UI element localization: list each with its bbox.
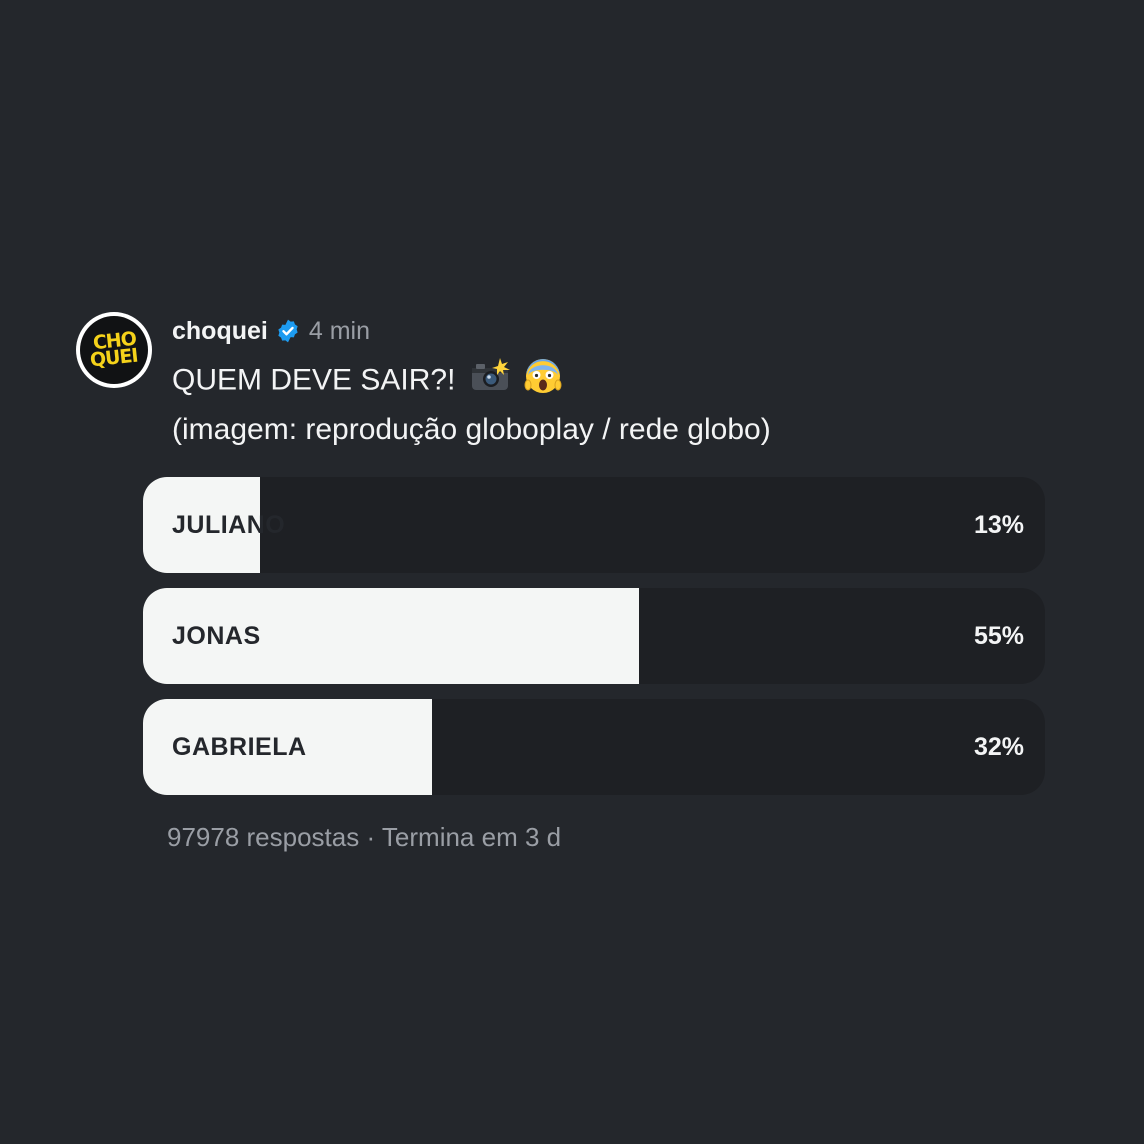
camera-flash-emoji-icon	[470, 358, 510, 405]
poll-option-percent: 55%	[973, 622, 1024, 650]
post-header: choquei 4 min	[172, 316, 370, 346]
poll-response-count: 97978 respostas	[167, 822, 360, 852]
poll-option-label: JULIANO	[172, 511, 286, 539]
poll: JULIANO 13% JONAS 55% GABRIELA 32%	[143, 477, 1045, 810]
avatar-logo: CHO QUEI	[80, 316, 148, 384]
avatar-logo-bottom: QUEI	[89, 344, 139, 372]
poll-option-percent: 32%	[973, 733, 1024, 761]
screaming-face-emoji-icon	[524, 356, 562, 407]
poll-option-jonas[interactable]: JONAS 55%	[143, 588, 1045, 684]
poll-option-percent: 13%	[973, 511, 1024, 539]
poll-option-juliano[interactable]: JULIANO 13%	[143, 477, 1045, 573]
poll-meta-separator: ·	[366, 822, 376, 852]
username[interactable]: choquei	[172, 317, 268, 346]
poll-option-label: JONAS	[172, 622, 261, 650]
caption-line-2: (imagem: reprodução globoplay / rede glo…	[172, 413, 771, 446]
poll-meta: 97978 respostas · Termina em 3 d	[167, 822, 561, 853]
poll-option-gabriela[interactable]: GABRIELA 32%	[143, 699, 1045, 795]
caption-line-1: QUEM DEVE SAIR?!	[172, 356, 771, 407]
caption-title: QUEM DEVE SAIR?!	[172, 363, 456, 397]
post-caption: QUEM DEVE SAIR?! (imagem: reprodução glo…	[172, 356, 771, 452]
verified-badge-icon	[275, 318, 301, 344]
avatar[interactable]: CHO QUEI	[76, 312, 152, 388]
poll-end-time: Termina em 3 d	[381, 822, 562, 852]
poll-option-label: GABRIELA	[172, 733, 307, 761]
post-time: 4 min	[308, 316, 370, 345]
